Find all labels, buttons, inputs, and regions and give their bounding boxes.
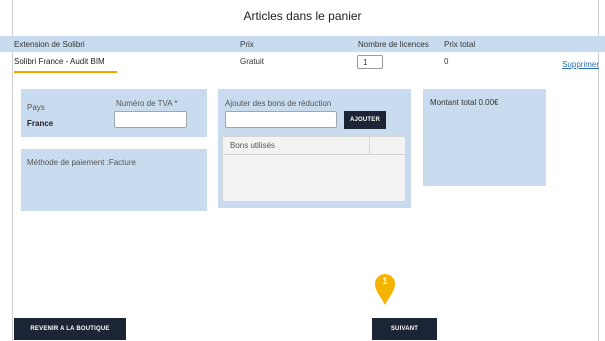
product-underline [14,71,117,73]
quantity-input[interactable]: 1 [357,55,383,69]
used-coupons-header: Bons utilisés [223,137,405,155]
header-licenses: Nombre de licences [358,40,429,49]
total-amount-label: Montant total 0.00€ [430,98,499,107]
used-coupons-table: Bons utilisés [222,136,406,202]
table-row: Solibri France - Audit BIM Gratuit 0 [0,53,605,73]
country-value: France [27,119,54,128]
product-price: Gratuit [240,57,265,66]
coupon-input[interactable] [225,111,337,128]
coupon-label: Ajouter des bons de réduction [225,99,332,108]
country-panel: Pays France Numéro de TVA * [21,89,207,137]
vat-label: Numéro de TVA * [116,99,178,108]
payment-method-label: Méthode de paiement :Facture [27,158,136,167]
remove-link[interactable]: Supprimer [562,60,599,69]
payment-panel: Méthode de paiement :Facture [21,149,207,211]
product-name: Solibri France - Audit BIM [14,57,105,66]
vat-input[interactable] [114,111,187,128]
cart-table-header: Extension de Solibri Prix Nombre de lice… [0,36,605,52]
total-panel: Montant total 0.00€ [423,89,546,186]
header-total: Prix total [444,40,476,49]
column-divider [369,137,370,154]
add-coupon-button[interactable]: AJOUTER [344,111,386,129]
back-to-shop-button[interactable]: REVENIR A LA BOUTIQUE [14,318,126,340]
country-label: Pays [27,103,45,112]
page-title: Articles dans le panier [243,9,362,23]
header-price: Prix [240,40,254,49]
product-total: 0 [444,57,449,66]
used-coupons-label: Bons utilisés [230,141,275,150]
step-marker-number: 1 [382,276,388,286]
next-button[interactable]: SUIVANT [372,318,437,340]
header-extension: Extension de Solibri [14,40,85,49]
